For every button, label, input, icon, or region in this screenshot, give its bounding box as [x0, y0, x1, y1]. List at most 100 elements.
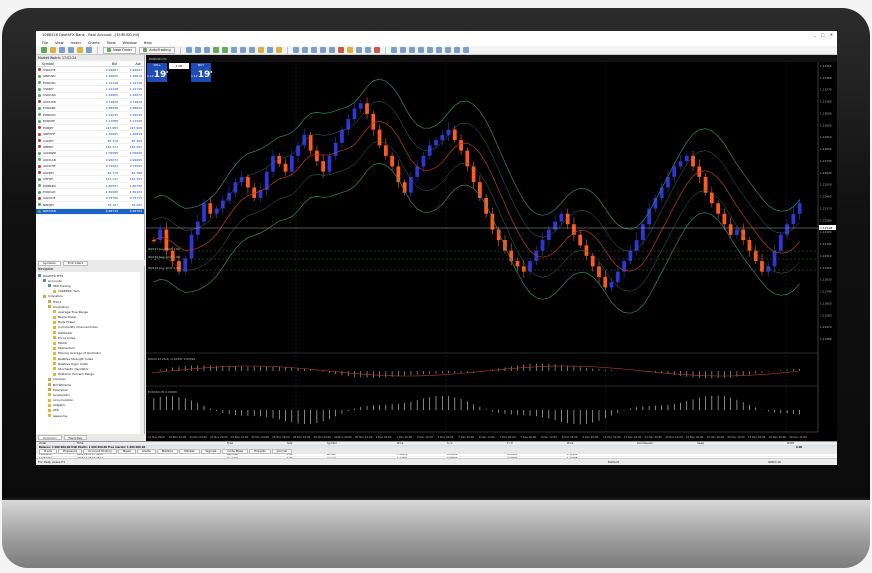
tab-news[interactable]: News: [117, 448, 136, 454]
bid-price: 0.68749: [105, 209, 118, 214]
tab-symbols[interactable]: Symbols: [38, 260, 61, 266]
terminal-column-header[interactable]: Price: [394, 442, 444, 445]
terminal-column-header[interactable]: Price: [564, 442, 634, 445]
period-h4-icon[interactable]: [435, 47, 442, 53]
candlestick-icon[interactable]: [194, 47, 201, 53]
price-axis-label: 1.13090: [820, 111, 832, 115]
period-mn-icon[interactable]: [462, 47, 469, 53]
menu-charts[interactable]: Charts: [88, 41, 100, 45]
cursor-icon[interactable]: [292, 47, 299, 53]
horizontal-line-icon[interactable]: [319, 47, 326, 53]
periods-icon[interactable]: [266, 47, 273, 53]
fibonacci-icon[interactable]: [346, 47, 353, 53]
bar-chart-icon[interactable]: [185, 47, 192, 53]
zoom-in-icon[interactable]: [212, 47, 219, 53]
arrows-icon[interactable]: [373, 47, 380, 53]
terminal-column-header[interactable]: Profit: [784, 442, 834, 445]
terminal-column-header[interactable]: Type: [224, 442, 284, 445]
maximize-button[interactable]: □: [821, 32, 825, 37]
tab-account-history[interactable]: Account History: [83, 448, 117, 454]
menu-tools[interactable]: Tools: [107, 41, 116, 45]
tile-windows-icon[interactable]: [230, 47, 237, 53]
text-label-icon[interactable]: [364, 47, 371, 53]
period-m5-icon[interactable]: [399, 47, 406, 53]
period-d1-icon[interactable]: [444, 47, 451, 53]
autoscroll-icon[interactable]: [239, 47, 246, 53]
column-bid[interactable]: Bid: [88, 62, 117, 66]
price-axis-label: 1.11380: [820, 337, 832, 341]
navigator-tabs: Common Favorites: [36, 434, 145, 441]
new-chart-icon[interactable]: [41, 47, 47, 53]
price-chart[interactable]: #0231 buy limit 1.00 #0230 buy limit 1.00…: [146, 55, 837, 441]
tab-experts[interactable]: Experts: [249, 448, 271, 454]
candle-body: [709, 192, 714, 204]
candle-body: [308, 134, 313, 151]
terminal-column-header[interactable]: Commission: [634, 442, 694, 445]
lot-size-input[interactable]: 1.00: [169, 63, 189, 69]
tab-tick-chart[interactable]: Tick Chart: [62, 260, 88, 266]
trendline-icon[interactable]: [328, 47, 335, 53]
profiles-icon[interactable]: [50, 47, 56, 53]
tab-common[interactable]: Common: [38, 435, 62, 440]
chart-shift-icon[interactable]: [248, 47, 255, 53]
terminal-column-header[interactable]: Symbol: [324, 442, 394, 445]
templates-icon[interactable]: [275, 47, 282, 53]
terminal-column-header[interactable]: S / L: [444, 442, 504, 445]
market-watch-row[interactable]: NZDUSD 0.68749 0.68764: [36, 208, 144, 216]
data-window-icon[interactable]: [68, 47, 74, 53]
menu-file[interactable]: File: [42, 41, 48, 45]
navigator-icon[interactable]: [77, 47, 83, 53]
candle-body: [321, 161, 326, 172]
tab-code-base[interactable]: Code Base: [222, 448, 249, 454]
terminal-column-header[interactable]: Order: [36, 442, 74, 445]
tab-trade[interactable]: Trade: [39, 448, 58, 454]
tab-journal[interactable]: Journal: [271, 448, 293, 454]
minimize-button[interactable]: _: [814, 32, 816, 37]
text-icon[interactable]: [355, 47, 362, 53]
period-m30-icon[interactable]: [417, 47, 424, 53]
price-direction-icon: [38, 164, 41, 168]
period-h1-icon[interactable]: [426, 47, 433, 53]
price-direction-icon: [38, 87, 41, 91]
menu-insert[interactable]: Insert: [71, 41, 81, 45]
tab-exposure[interactable]: Exposure: [58, 448, 83, 454]
navigator-scrollbar[interactable]: [140, 272, 144, 434]
column-ask[interactable]: Ask: [117, 62, 141, 66]
close-button[interactable]: ✕: [830, 32, 833, 37]
zoom-out-icon[interactable]: [221, 47, 228, 53]
candle-body: [772, 250, 777, 267]
menu-view[interactable]: View: [55, 41, 64, 45]
buy-button[interactable]: BUY 1.12198: [191, 63, 212, 82]
market-watch-icon[interactable]: [59, 47, 65, 53]
terminal-column-header[interactable]: Size: [284, 442, 324, 445]
tab-alerts[interactable]: Alerts: [136, 448, 156, 454]
terminal-column-header[interactable]: Time: [74, 442, 224, 445]
period-m1-icon[interactable]: [390, 47, 397, 53]
terminal-icon[interactable]: [86, 47, 92, 53]
vertical-line-icon[interactable]: [310, 47, 317, 53]
bid-price: 82.775: [107, 170, 119, 175]
bid-price: 143.372: [105, 144, 118, 149]
tab-signals[interactable]: Signals: [200, 448, 222, 454]
terminal-column-header[interactable]: T / P: [504, 442, 564, 445]
indicators-icon[interactable]: [257, 47, 264, 53]
crosshair-icon[interactable]: [301, 47, 308, 53]
autotrading-button[interactable]: AutoTrading: [139, 46, 175, 54]
tab-mailbox[interactable]: Mailbox: [156, 448, 179, 454]
status-profile: Default: [608, 460, 619, 464]
menu-help[interactable]: Help: [144, 41, 152, 45]
tab-market[interactable]: Market: [179, 448, 200, 454]
column-symbol[interactable]: Symbol: [36, 62, 88, 66]
period-w1-icon[interactable]: [453, 47, 460, 53]
menu-window[interactable]: Window: [122, 41, 136, 45]
period-m15-icon[interactable]: [408, 47, 415, 53]
chart-window[interactable]: EURUSD,H4 #0231 buy limit 1.00 #0230 buy …: [146, 55, 837, 441]
terminal-column-header[interactable]: Swap: [694, 442, 784, 445]
line-chart-icon[interactable]: [203, 47, 210, 53]
equidistant-channel-icon[interactable]: [337, 47, 344, 53]
navigator-item[interactable]: Awesome: [36, 413, 144, 418]
new-order-button[interactable]: New Order: [103, 46, 137, 54]
tab-favorites[interactable]: Favorites: [63, 435, 88, 440]
sell-button[interactable]: SELL 1.12196: [147, 63, 168, 82]
candle-body: [333, 142, 338, 156]
